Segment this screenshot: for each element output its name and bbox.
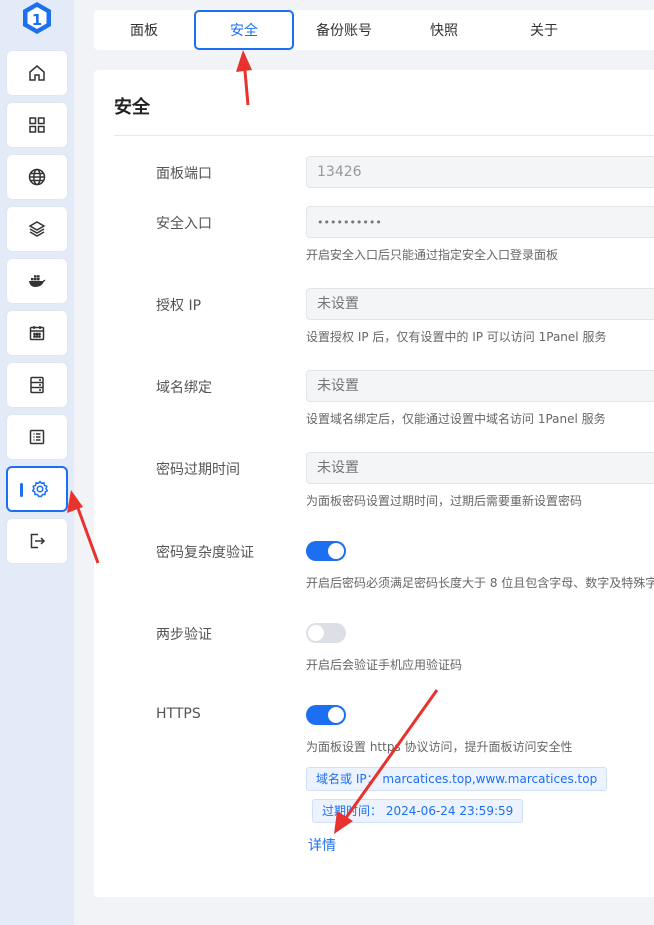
switch-knob [328,543,344,559]
sidebar-item-cronjobs[interactable] [6,310,68,356]
sidebar-item-home[interactable] [6,50,68,96]
sidebar-item-apps[interactable] [6,102,68,148]
sidebar-item-databases[interactable] [6,206,68,252]
allowed-ip-input[interactable] [306,288,654,320]
page-title: 安全 [114,97,150,118]
password-expire-input[interactable] [306,452,654,484]
two-factor-switch[interactable] [306,623,346,643]
docker-icon [29,275,46,287]
password-complexity-label: 密码复杂度验证 [156,545,254,561]
cert-domain-tag: 域名或 IP： marcatices.top,www.marcatices.to… [306,767,608,791]
switch-knob [328,707,344,723]
two-factor-label: 两步验证 [156,627,212,643]
tab-snapshots[interactable]: 快照 [404,10,484,50]
domain-binding-label: 域名绑定 [156,380,212,396]
tab-about[interactable]: 关于 [504,10,584,50]
sidebar-item-host[interactable] [6,362,68,408]
sidebar-item-settings[interactable] [6,466,68,512]
security-card: 安全 面板端口 安全入口 开启安全入口后只能通过指定安全入口登录面板 授权 IP… [94,70,654,897]
divider [114,135,654,136]
security-entrance-input[interactable] [306,206,654,238]
domain-binding-input[interactable] [306,370,654,402]
logout-icon [30,533,46,549]
sidebar: 1 [0,0,74,925]
sidebar-item-logout[interactable] [6,518,68,564]
cert-details-link[interactable]: 详情 [308,835,336,855]
security-entrance-label: 安全入口 [156,216,212,232]
sidebar-item-logs[interactable] [6,414,68,460]
allowed-ip-label: 授权 IP [156,298,202,314]
security-entrance-hint: 开启安全入口后只能通过指定安全入口登录面板 [306,248,559,262]
password-expire-label: 密码过期时间 [156,462,240,478]
password-complexity-hint: 开启后密码必须满足密码长度大于 8 位且包含字母、数字及特殊字 [306,576,654,590]
globe-icon [28,168,46,186]
tab-panel[interactable]: 面板 [104,10,184,50]
grid-icon [29,117,45,133]
switch-knob [308,625,324,641]
panel-port-label: 面板端口 [156,166,212,182]
settings-tabbar: 面板 安全 备份账号 快照 关于 [94,10,654,50]
domain-binding-hint: 设置域名绑定后，仅能通过设置中域名访问 1Panel 服务 [306,412,606,426]
home-icon [29,65,45,81]
panel-port-input[interactable] [306,156,654,188]
https-hint: 为面板设置 https 协议访问，提升面板访问安全性 [306,740,573,754]
tab-security[interactable]: 安全 [194,10,294,50]
allowed-ip-hint: 设置授权 IP 后，仅有设置中的 IP 可以访问 1Panel 服务 [306,330,607,344]
svg-text:1: 1 [32,11,42,29]
1panel-logo[interactable]: 1 [19,0,55,36]
sidebar-item-containers[interactable] [6,258,68,304]
sidebar-item-websites[interactable] [6,154,68,200]
calendar-icon [29,326,45,341]
server-icon [30,376,44,394]
layers-icon [28,221,46,237]
https-label: HTTPS [156,706,201,722]
tab-backup-accounts[interactable]: 备份账号 [304,10,384,50]
active-indicator [20,483,23,497]
https-switch[interactable] [306,705,346,725]
log-list-icon [29,429,45,445]
gear-icon [31,480,49,498]
cert-expire-tag: 过期时间： 2024-06-24 23:59:59 [312,799,524,823]
two-factor-hint: 开启后会验证手机应用验证码 [306,658,463,672]
password-complexity-switch[interactable] [306,541,346,561]
password-expire-hint: 为面板密码设置过期时间，过期后需要重新设置密码 [306,494,583,508]
